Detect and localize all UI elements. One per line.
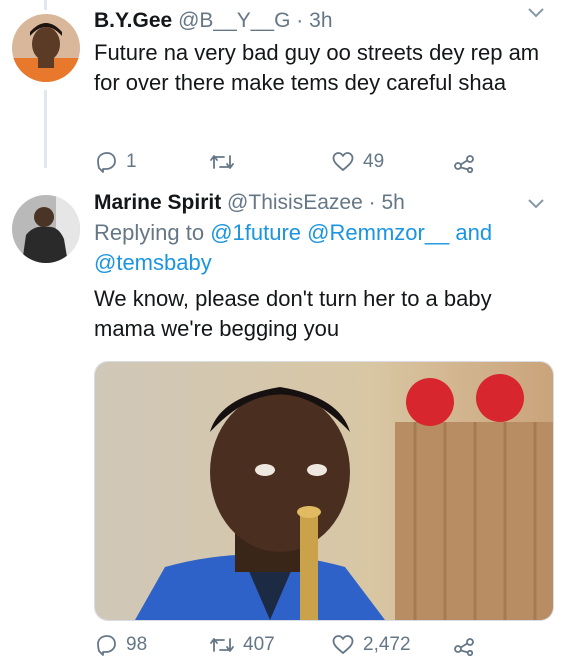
chevron-down-icon[interactable] — [527, 197, 545, 209]
action-bar: 1 49 — [94, 150, 494, 178]
share-icon — [452, 150, 476, 174]
action-bar: 98 407 2,472 — [94, 633, 494, 661]
tweet-2[interactable]: Marine Spirit @ThisisEazee · 5h Replying… — [0, 185, 563, 657]
chevron-down-icon[interactable] — [527, 6, 545, 18]
display-name[interactable]: B.Y.Gee — [94, 9, 172, 32]
tweet-header: B.Y.Gee @B__Y__G · 3h — [94, 8, 547, 34]
tweet-text: Future na very bad guy oo streets dey re… — [94, 40, 540, 95]
tweet-text: We know, please don't turn her to a baby… — [94, 286, 492, 341]
username[interactable]: @ThisisEazee — [227, 191, 363, 214]
like-icon — [331, 150, 355, 174]
tweet-1[interactable]: B.Y.Gee @B__Y__G · 3h Future na very bad… — [0, 0, 563, 185]
like-icon — [331, 633, 355, 657]
like-button[interactable]: 2,472 — [331, 633, 411, 657]
mention-link[interactable]: @temsbaby — [94, 250, 212, 275]
share-icon — [452, 633, 476, 657]
retweet-count: 407 — [243, 634, 275, 655]
avatar[interactable] — [12, 14, 80, 82]
username[interactable]: @B__Y__G — [178, 9, 290, 32]
avatar[interactable] — [12, 195, 80, 263]
timestamp[interactable]: 3h — [309, 9, 332, 32]
like-button[interactable]: 49 — [331, 150, 384, 174]
like-count: 2,472 — [363, 634, 411, 655]
tweet-header: Marine Spirit @ThisisEazee · 5h — [94, 190, 547, 216]
like-count: 49 — [363, 151, 385, 172]
replying-to-label: Replying to — [94, 220, 205, 245]
replying-to: Replying to @1future @Remmzor__ and @tem… — [94, 218, 547, 278]
mention-link[interactable]: @1future — [210, 220, 301, 245]
retweet-button[interactable]: 407 — [209, 633, 275, 657]
mention-link[interactable]: @Remmzor__ — [307, 220, 449, 245]
reply-button[interactable]: 1 — [94, 150, 137, 174]
retweet-button[interactable] — [209, 150, 243, 174]
retweet-icon — [209, 150, 235, 174]
reply-icon — [94, 633, 118, 657]
reply-count: 1 — [126, 151, 137, 172]
reply-count: 98 — [126, 634, 148, 655]
share-button[interactable] — [452, 633, 476, 657]
display-name[interactable]: Marine Spirit — [94, 191, 221, 214]
thread-connector — [44, 90, 47, 168]
separator-dot: · — [296, 9, 304, 32]
timestamp[interactable]: 5h — [381, 191, 404, 214]
separator-dot: · — [368, 191, 376, 214]
reply-icon — [94, 150, 118, 174]
attached-image[interactable] — [94, 361, 554, 621]
and-word: and — [455, 220, 493, 245]
retweet-icon — [209, 633, 235, 657]
reply-button[interactable]: 98 — [94, 633, 147, 657]
share-button[interactable] — [452, 150, 476, 174]
